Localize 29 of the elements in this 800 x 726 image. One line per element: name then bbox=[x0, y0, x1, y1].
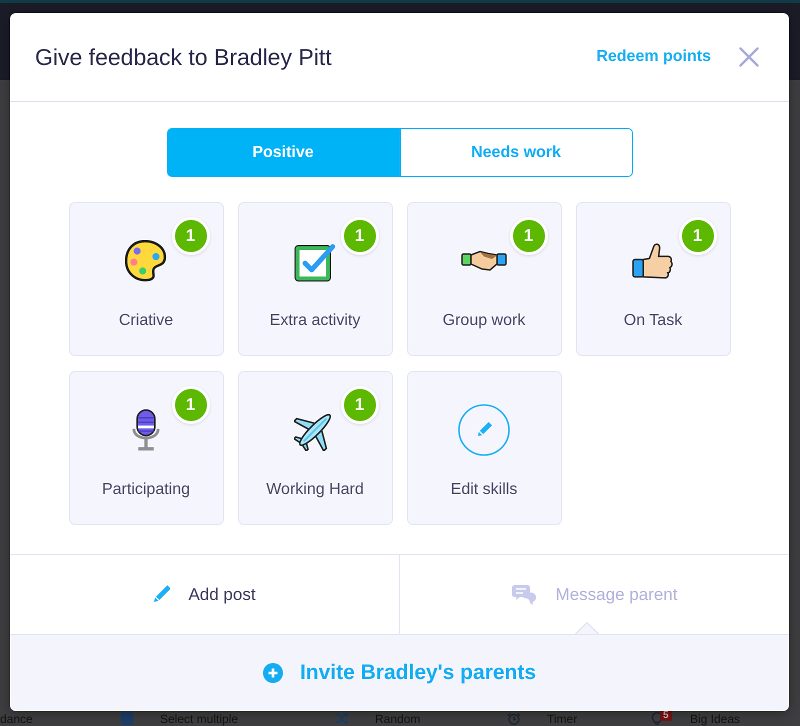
add-post-button[interactable]: Add post bbox=[10, 555, 400, 634]
skill-tile[interactable]: 1 On Task bbox=[576, 202, 730, 356]
count-badge: 1 bbox=[678, 217, 716, 255]
lightbulb-icon bbox=[650, 712, 664, 725]
close-icon[interactable] bbox=[739, 47, 759, 67]
count-badge: 1 bbox=[340, 217, 378, 255]
redeem-points-link[interactable]: Redeem points bbox=[596, 48, 711, 66]
chat-bubbles-icon bbox=[512, 584, 538, 606]
shuffle-icon bbox=[335, 712, 349, 725]
edit-skills-button[interactable]: Edit skills bbox=[406, 371, 562, 525]
skill-tile[interactable]: 1 Group work bbox=[406, 202, 562, 356]
count-badge: 5 bbox=[660, 710, 672, 721]
plus-circle-icon bbox=[262, 663, 283, 683]
square-icon bbox=[120, 712, 134, 725]
count-badge: 1 bbox=[510, 217, 548, 255]
palette-icon bbox=[125, 240, 167, 282]
count-badge: 1 bbox=[340, 386, 378, 424]
count-badge: 1 bbox=[172, 217, 210, 255]
pencil-icon bbox=[458, 404, 510, 456]
tab[interactable]: Needs work bbox=[400, 128, 632, 177]
skill-tile[interactable]: 1 Criative bbox=[68, 202, 224, 356]
handshake-icon bbox=[461, 250, 507, 272]
skill-tile[interactable]: 1 Extra activity bbox=[238, 202, 392, 356]
alarm-clock-icon bbox=[507, 712, 521, 725]
dialog-title: Give feedback to Bradley Pitt bbox=[35, 44, 333, 70]
count-badge: 1 bbox=[172, 386, 210, 424]
skill-tile[interactable]: 1 Working Hard bbox=[238, 371, 392, 525]
pencil-icon bbox=[153, 585, 170, 604]
skill-tile[interactable]: 1 Participating bbox=[68, 371, 224, 525]
